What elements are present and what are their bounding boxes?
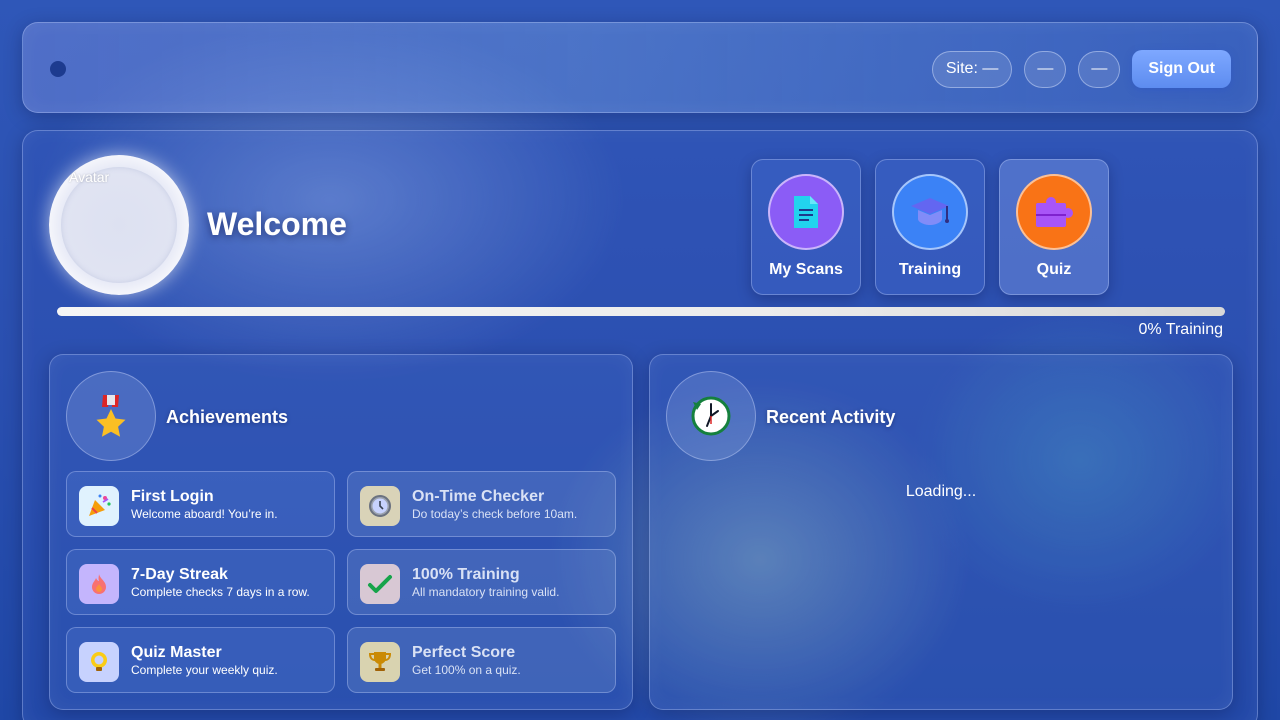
achievement-title: First Login	[131, 488, 214, 505]
clock-icon	[360, 486, 400, 526]
avatar[interactable]: Avatar	[49, 155, 189, 295]
document-icon	[768, 174, 844, 250]
tile-quiz[interactable]: Quiz	[999, 159, 1109, 295]
achievement-title: On-Time Checker	[412, 488, 545, 505]
achievement-title: 7-Day Streak	[131, 566, 228, 583]
achievement-first-login[interactable]: First Login Welcome aboard! You’re in.	[66, 471, 335, 537]
tile-training[interactable]: Training	[875, 159, 985, 295]
tile-label: Quiz	[1036, 261, 1072, 278]
recent-activity-card: Recent Activity Loading...	[649, 354, 1233, 710]
graduation-cap-icon	[892, 174, 968, 250]
party-popper-icon	[79, 486, 119, 526]
lightbulb-icon	[79, 642, 119, 682]
achievement-title: Quiz Master	[131, 644, 222, 661]
top-bar: Site: — — — Sign Out	[22, 22, 1258, 113]
achievement-desc: All mandatory training valid.	[412, 585, 560, 599]
tile-my-scans[interactable]: My Scans	[751, 159, 861, 295]
site-selector-button[interactable]: Site: —	[931, 50, 1013, 88]
achievement-title: 100% Training	[412, 566, 520, 583]
achievement-title: Perfect Score	[412, 644, 516, 661]
achievement-desc: Welcome aboard! You’re in.	[131, 507, 278, 521]
achievement-100-training[interactable]: 100% Training All mandatory training val…	[347, 549, 616, 615]
achievement-desc: Complete your weekly quiz.	[131, 663, 278, 677]
achievements-grid: First Login Welcome aboard! You’re in. O…	[66, 471, 616, 693]
tile-label: My Scans	[769, 261, 843, 278]
achievement-desc: Get 100% on a quiz.	[412, 663, 521, 677]
achievement-on-time-checker[interactable]: On-Time Checker Do today’s check before …	[347, 471, 616, 537]
status-dot	[50, 61, 66, 77]
checkmark-icon	[360, 564, 400, 604]
medal-icon	[66, 371, 156, 461]
header-button-3[interactable]: —	[1078, 50, 1121, 88]
achievement-desc: Complete checks 7 days in a row.	[131, 585, 310, 599]
recent-activity-title: Recent Activity	[766, 407, 896, 427]
loading-status: Loading...	[905, 483, 977, 500]
achievement-quiz-master[interactable]: Quiz Master Complete your weekly quiz.	[66, 627, 335, 693]
trophy-icon	[360, 642, 400, 682]
puzzle-icon	[1016, 174, 1092, 250]
header-actions: Site: — — — Sign Out	[931, 50, 1231, 88]
avatar-alt-text: Avatar	[69, 169, 110, 185]
training-progress-bar	[57, 307, 1225, 316]
achievements-card: Achievements First Login Welcome aboard!…	[49, 354, 633, 710]
welcome-heading: Welcome	[207, 206, 347, 242]
achievements-title: Achievements	[166, 407, 289, 427]
quick-links: My Scans Training Quiz	[751, 159, 1109, 295]
achievement-perfect-score[interactable]: Perfect Score Get 100% on a quiz.	[347, 627, 616, 693]
achievement-7-day-streak[interactable]: 7-Day Streak Complete checks 7 days in a…	[66, 549, 335, 615]
training-progress-label: 0% Training	[1138, 321, 1224, 338]
achievement-desc: Do today’s check before 10am.	[412, 507, 578, 521]
header-button-2[interactable]: —	[1024, 50, 1067, 88]
history-clock-icon	[666, 371, 756, 461]
sign-out-button[interactable]: Sign Out	[1132, 50, 1231, 88]
tile-label: Training	[898, 261, 962, 278]
flame-icon	[79, 564, 119, 604]
dashboard-panel: Avatar Welcome My Scans Training Quiz 0%…	[22, 130, 1258, 720]
